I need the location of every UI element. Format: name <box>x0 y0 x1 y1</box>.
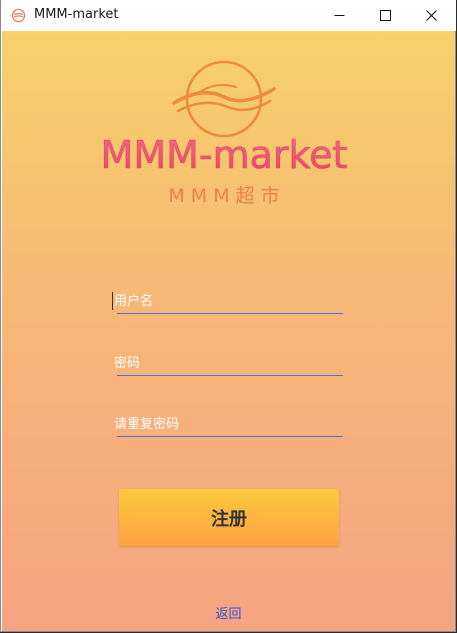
close-icon <box>425 10 437 21</box>
brand-logo: MMM-market M M M 超 市 <box>100 60 348 207</box>
text-cursor <box>112 292 113 310</box>
app-window: MMM-market MMM-market M M M 超 市 用户名 注册 返… <box>0 0 456 632</box>
username-underline <box>117 313 343 314</box>
minimize-icon <box>334 15 344 16</box>
username-field-group <box>112 289 344 314</box>
back-link[interactable]: 返回 <box>2 603 455 622</box>
title-bar[interactable]: MMM-market <box>1 0 456 31</box>
sun-wave-emblem-icon <box>172 60 276 138</box>
brand-name: MMM-market <box>101 133 348 177</box>
confirm-password-underline <box>117 436 343 437</box>
register-panel: MMM-market M M M 超 市 注册 返回 <box>2 31 455 631</box>
window-title: MMM-market <box>34 7 119 22</box>
password-input[interactable] <box>112 351 344 375</box>
confirm-password-field-group <box>112 412 344 437</box>
maximize-icon <box>379 10 391 21</box>
password-field-group <box>112 351 344 376</box>
register-button[interactable]: 注册 <box>119 489 339 546</box>
maximize-button[interactable] <box>362 0 408 31</box>
brand-subtitle: M M M 超 市 <box>168 185 279 207</box>
password-underline <box>117 375 343 376</box>
minimize-button[interactable] <box>316 0 362 31</box>
close-button[interactable] <box>408 0 454 31</box>
username-input[interactable] <box>112 289 344 313</box>
app-logo-icon <box>11 8 26 23</box>
confirm-password-input[interactable] <box>112 412 344 436</box>
